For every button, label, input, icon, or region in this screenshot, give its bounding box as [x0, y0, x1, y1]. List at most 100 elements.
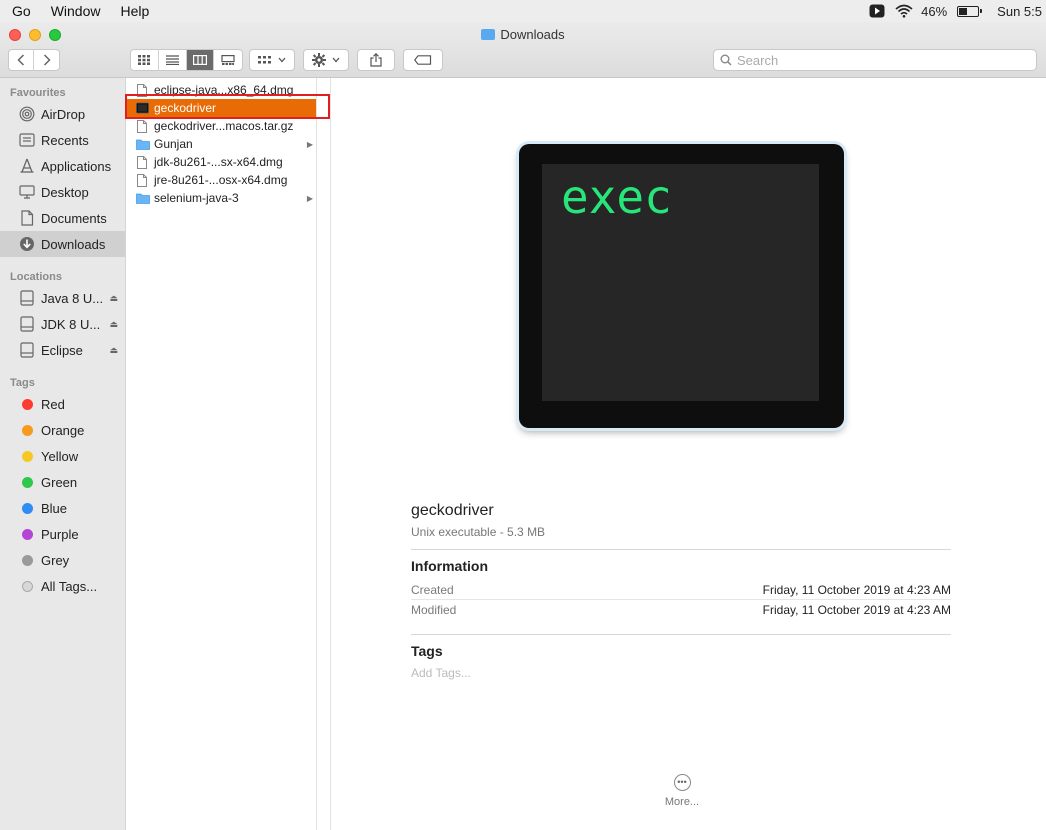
sidebar-item-recents[interactable]: Recents	[0, 127, 125, 153]
document-icon	[136, 155, 148, 169]
desktop-icon	[18, 184, 36, 200]
titlebar: Downloads	[0, 22, 1046, 78]
gear-icon	[312, 53, 326, 67]
action-menu-button[interactable]	[303, 49, 349, 71]
chevron-down-icon	[332, 57, 340, 63]
sidebar-item-desktop[interactable]: Desktop	[0, 179, 125, 205]
preview-pane: exec geckodriver Unix executable - 5.3 M…	[332, 78, 1046, 830]
exec-file-icon: exec	[519, 144, 844, 428]
menu-go[interactable]: Go	[0, 3, 41, 19]
disclosure-arrow-icon: ▶	[306, 139, 313, 149]
more-icon: •••	[673, 774, 691, 791]
sidebar-item-tag-grey[interactable]: Grey	[0, 547, 125, 573]
folder-icon	[481, 29, 496, 40]
battery-icon[interactable]	[957, 5, 983, 17]
sidebar-item-all-tags[interactable]: All Tags...	[0, 573, 125, 599]
sidebar-item-documents[interactable]: Documents	[0, 205, 125, 231]
menu-window[interactable]: Window	[41, 3, 111, 19]
list-view-button[interactable]	[159, 50, 187, 70]
gallery-view-button[interactable]	[214, 50, 242, 70]
edit-tags-button[interactable]	[403, 49, 443, 71]
add-tags-field[interactable]: Add Tags...	[411, 666, 951, 680]
folder-icon	[136, 192, 150, 205]
menubar: Go Window Help 46% Sun 5:5	[0, 0, 1046, 22]
information-heading: Information	[411, 558, 488, 574]
sidebar-item-eclipse[interactable]: Eclipse ⏏	[0, 337, 125, 363]
airdrop-icon	[18, 106, 36, 122]
tag-color-dot-icon	[22, 450, 33, 462]
sidebar-item-tag-orange[interactable]: Orange	[0, 417, 125, 443]
tag-color-dot-icon	[22, 554, 33, 566]
documents-icon	[18, 210, 36, 226]
file-kind-size: Unix executable - 5.3 MB	[411, 525, 546, 539]
sidebar-item-java8[interactable]: Java 8 U... ⏏	[0, 285, 125, 311]
chevron-right-icon	[43, 54, 51, 66]
disclosure-arrow-icon: ▶	[306, 193, 313, 203]
sidebar-item-downloads[interactable]: Downloads	[0, 231, 125, 257]
view-mode-control	[130, 49, 243, 71]
grid-icon	[138, 55, 151, 65]
folder-row[interactable]: selenium-java-3 ▶	[127, 189, 316, 207]
sidebar-section-favourites: Favourites	[10, 87, 66, 99]
forward-button[interactable]	[34, 50, 59, 70]
sidebar-item-tag-yellow[interactable]: Yellow	[0, 443, 125, 469]
search-field[interactable]	[713, 49, 1037, 71]
icon-view-button[interactable]	[131, 50, 159, 70]
column-view-button[interactable]	[186, 50, 215, 70]
tag-color-dot-icon	[22, 398, 33, 410]
share-button[interactable]	[357, 49, 395, 71]
share-icon	[370, 53, 382, 67]
file-row[interactable]: geckodriver	[127, 99, 316, 117]
eject-icon[interactable]: ⏏	[109, 319, 118, 330]
tag-icon	[414, 55, 432, 65]
eject-icon[interactable]: ⏏	[109, 293, 118, 304]
file-row[interactable]: eclipse-java...x86_64.dmg	[127, 81, 316, 99]
more-button[interactable]: ••• More...	[652, 774, 712, 808]
list-icon	[165, 55, 179, 65]
sidebar: Favourites AirDrop Recents Applications …	[0, 78, 126, 830]
sidebar-item-applications[interactable]: Applications	[0, 153, 125, 179]
sidebar-item-airdrop[interactable]: AirDrop	[0, 101, 125, 127]
recents-icon	[18, 132, 36, 148]
tag-list: Red Orange Yellow Green Blue Purple Grey	[0, 391, 125, 573]
sidebar-item-tag-blue[interactable]: Blue	[0, 495, 125, 521]
menubar-status: 46% Sun 5:5	[869, 4, 1046, 19]
sidebar-item-tag-red[interactable]: Red	[0, 391, 125, 417]
downloads-icon	[18, 236, 36, 252]
column-divider[interactable]	[318, 78, 331, 830]
sidebar-item-tag-purple[interactable]: Purple	[0, 521, 125, 547]
chevron-down-icon	[278, 57, 286, 63]
tags-heading: Tags	[411, 643, 443, 659]
back-button[interactable]	[9, 50, 34, 70]
downloads-column: eclipse-java...x86_64.dmg geckodriver geck…	[127, 78, 317, 830]
wifi-icon[interactable]	[895, 4, 913, 18]
folder-row[interactable]: Gunjan ▶	[127, 135, 316, 153]
document-icon	[136, 83, 148, 97]
file-row[interactable]: geckodriver...macos.tar.gz	[127, 117, 316, 135]
divider	[411, 634, 951, 635]
all-tags-icon	[22, 580, 33, 592]
sidebar-item-jdk8[interactable]: JDK 8 U... ⏏	[0, 311, 125, 337]
file-row[interactable]: jdk-8u261-...sx-x64.dmg	[127, 153, 316, 171]
tag-color-dot-icon	[22, 528, 33, 540]
tag-color-dot-icon	[22, 502, 33, 514]
tag-color-dot-icon	[22, 424, 33, 436]
menu-help[interactable]: Help	[110, 3, 159, 19]
nav-buttons	[8, 49, 60, 71]
tag-color-dot-icon	[22, 476, 33, 488]
file-row[interactable]: jre-8u261-...osx-x64.dmg	[127, 171, 316, 189]
group-by-button[interactable]	[249, 49, 295, 71]
window-title: Downloads	[0, 27, 1046, 42]
document-icon	[136, 173, 148, 187]
play-icon[interactable]	[869, 4, 885, 18]
sidebar-item-tag-green[interactable]: Green	[0, 469, 125, 495]
disk-icon	[18, 316, 36, 332]
search-input[interactable]	[737, 52, 1017, 68]
eject-icon[interactable]: ⏏	[109, 345, 118, 356]
folder-icon	[136, 138, 150, 151]
menubar-clock[interactable]: Sun 5:5	[997, 4, 1042, 19]
file-name: geckodriver	[411, 502, 494, 519]
search-icon	[720, 54, 732, 66]
terminal-icon	[136, 102, 149, 115]
battery-percent: 46%	[921, 3, 948, 19]
